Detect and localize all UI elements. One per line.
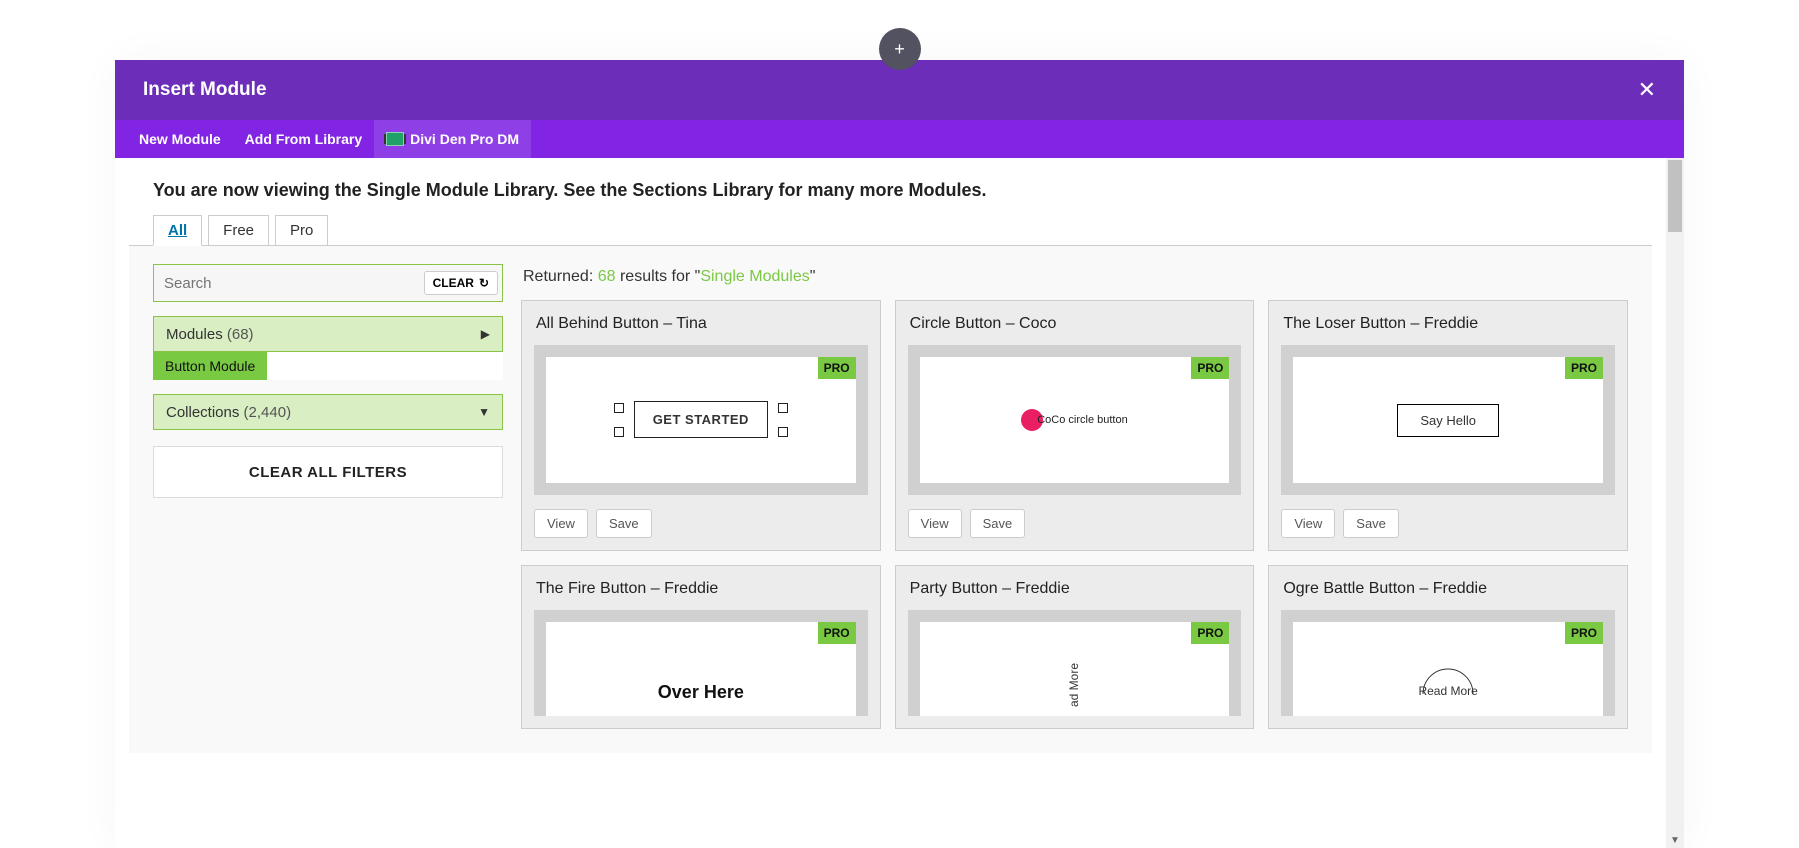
view-button[interactable]: View	[1281, 509, 1335, 538]
accordion-modules[interactable]: Modules (68) ▶	[153, 316, 503, 352]
view-button[interactable]: View	[534, 509, 588, 538]
module-grid: All Behind Button – Tina PRO GET STARTED	[521, 300, 1628, 729]
module-card: All Behind Button – Tina PRO GET STARTED	[521, 300, 881, 551]
filter-tabs: All Free Pro	[115, 215, 1666, 246]
accordion-modules-label: Modules	[166, 326, 223, 343]
module-thumbnail[interactable]: PRO Say Hello	[1281, 345, 1615, 495]
close-icon[interactable]: ✕	[1638, 77, 1656, 103]
results-count: 68	[598, 268, 616, 285]
results-main: Returned: 68 results for "Single Modules…	[521, 264, 1628, 729]
pro-badge: PRO	[1565, 622, 1603, 644]
module-thumbnail[interactable]: PRO Read More	[1281, 610, 1615, 716]
pro-badge: PRO	[1191, 622, 1229, 644]
filter-tab-all[interactable]: All	[153, 215, 202, 246]
module-card: Party Button – Freddie PRO ad More View …	[895, 565, 1255, 729]
module-card: The Fire Button – Freddie PRO Over Here …	[521, 565, 881, 729]
module-card-title: All Behind Button – Tina	[534, 313, 868, 345]
module-thumbnail[interactable]: PRO GET STARTED	[534, 345, 868, 495]
view-button[interactable]: View	[908, 509, 962, 538]
module-thumbnail[interactable]: PRO Over Here	[534, 610, 868, 716]
filter-chip-button-module[interactable]: Button Module	[153, 352, 267, 380]
results-term: Single Modules	[700, 268, 809, 285]
pro-badge: PRO	[818, 622, 856, 644]
save-button[interactable]: Save	[596, 509, 652, 538]
module-thumbnail[interactable]: PRO CoCo circle button	[908, 345, 1242, 495]
modal-title: Insert Module	[143, 79, 267, 101]
chevron-right-icon: ▶	[481, 327, 490, 341]
search-input[interactable]	[164, 275, 424, 292]
module-card-title: Circle Button – Coco	[908, 313, 1242, 345]
accordion-collections-label: Collections	[166, 404, 239, 421]
clear-search-button[interactable]: CLEAR ↻	[424, 271, 498, 295]
insert-module-modal: Insert Module ✕ New Module Add From Libr…	[115, 60, 1684, 848]
module-card-title: Ogre Battle Button – Freddie	[1281, 578, 1615, 610]
module-card: The Loser Button – Freddie PRO Say Hello…	[1268, 300, 1628, 551]
demo-button: Say Hello	[1397, 404, 1499, 437]
filter-tab-free[interactable]: Free	[208, 215, 269, 246]
scrollbar-thumb[interactable]	[1668, 160, 1682, 232]
clear-all-filters-button[interactable]: CLEAR ALL FILTERS	[153, 446, 503, 498]
accordion-modules-count: (68)	[227, 326, 254, 343]
refresh-icon: ↻	[479, 276, 489, 290]
pro-badge: PRO	[1565, 357, 1603, 379]
module-card-title: Party Button – Freddie	[908, 578, 1242, 610]
demo-button: Over Here	[658, 682, 744, 703]
save-button[interactable]: Save	[970, 509, 1026, 538]
scroll-down-icon[interactable]: ▼	[1666, 832, 1684, 848]
clear-search-label: CLEAR	[433, 276, 474, 290]
module-card-title: The Fire Button – Freddie	[534, 578, 868, 610]
filter-tab-pro[interactable]: Pro	[275, 215, 328, 246]
scrollbar[interactable]: ▲ ▼	[1666, 158, 1684, 848]
module-card: Ogre Battle Button – Freddie PRO Read Mo…	[1268, 565, 1628, 729]
search-box: CLEAR ↻	[153, 264, 503, 302]
arc-icon	[1418, 666, 1478, 696]
accordion-collections-count: (2,440)	[244, 404, 292, 421]
module-card: Circle Button – Coco PRO CoCo circle but…	[895, 300, 1255, 551]
intro-text: You are now viewing the Single Module Li…	[115, 158, 1666, 215]
tab-add-from-library[interactable]: Add From Library	[233, 120, 374, 158]
chevron-down-icon: ▼	[478, 405, 490, 419]
library-panel: CLEAR ↻ Modules (68) ▶	[129, 245, 1652, 753]
content-scroll[interactable]: You are now viewing the Single Module Li…	[115, 158, 1666, 848]
tab-divi-den-pro-label: Divi Den Pro DM	[410, 131, 519, 147]
active-filter-chip-row: Button Module	[153, 352, 503, 380]
demo-button: GET STARTED	[634, 401, 768, 438]
add-section-button[interactable]: +	[879, 28, 921, 70]
results-summary: Returned: 68 results for "Single Modules…	[521, 264, 1628, 300]
demo-button: CoCo circle button	[1037, 414, 1128, 426]
accordion-collections[interactable]: Collections (2,440) ▼	[153, 394, 503, 430]
divi-den-pro-icon	[386, 132, 404, 146]
tab-divi-den-pro[interactable]: Divi Den Pro DM	[374, 120, 531, 158]
module-card-title: The Loser Button – Freddie	[1281, 313, 1615, 345]
filter-sidebar: CLEAR ↻ Modules (68) ▶	[153, 264, 503, 498]
tab-new-module[interactable]: New Module	[127, 120, 233, 158]
demo-button: ad More	[1067, 663, 1081, 707]
pro-badge: PRO	[818, 357, 856, 379]
modal-tabs: New Module Add From Library Divi Den Pro…	[115, 120, 1684, 158]
module-thumbnail[interactable]: PRO ad More	[908, 610, 1242, 716]
save-button[interactable]: Save	[1343, 509, 1399, 538]
pro-badge: PRO	[1191, 357, 1229, 379]
